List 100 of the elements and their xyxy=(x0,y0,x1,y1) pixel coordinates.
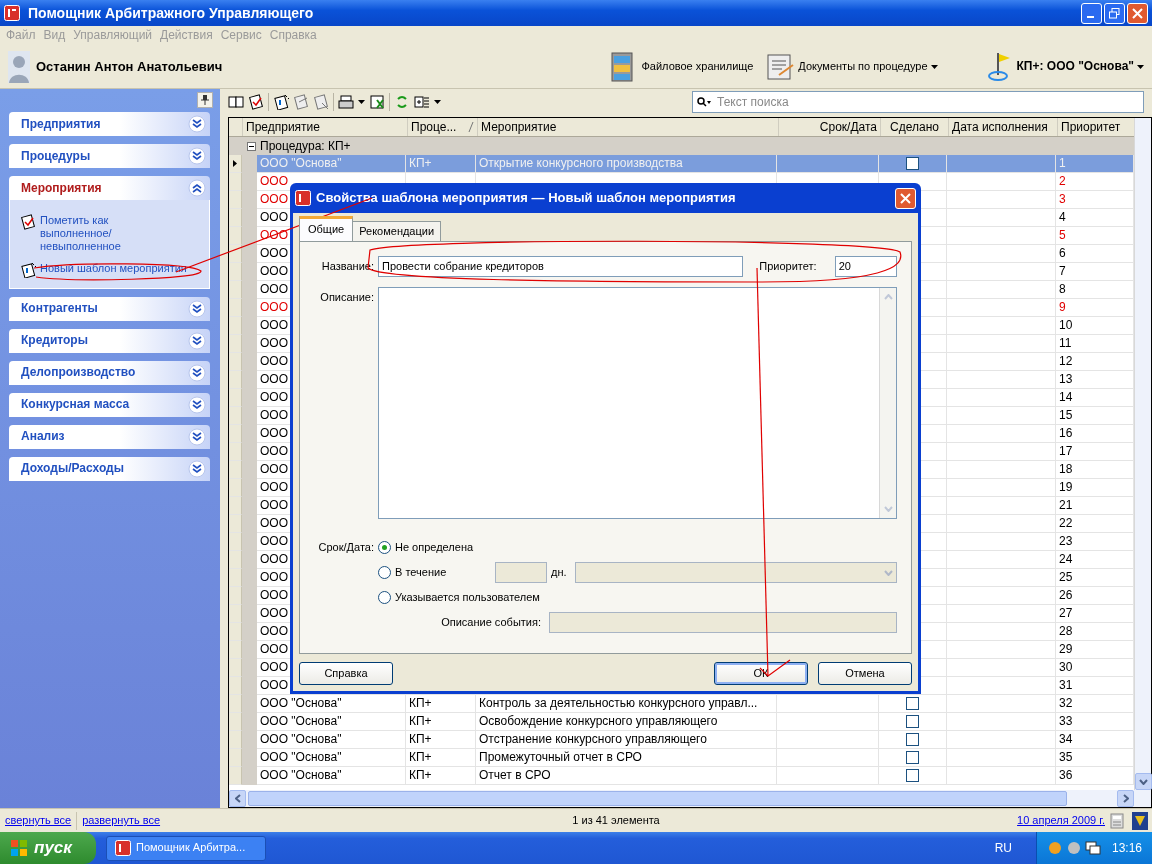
expand-icon xyxy=(188,115,206,133)
status-link[interactable]: свернуть все xyxy=(5,813,72,828)
name-field[interactable]: Провести собрание кредиторов xyxy=(378,256,744,277)
table-cell: ООО xyxy=(260,624,288,639)
column-header[interactable]: Предприятие xyxy=(243,118,408,136)
date-link[interactable]: 10 апреля 2009 г. xyxy=(1017,813,1105,828)
dialog-title: Свойства шаблона мероприятия — Новый шаблон мероприятия xyxy=(316,190,736,206)
table-row[interactable]: ООО "Основа" КП+ Контроль за деятельностью конкурсного управл... 32 xyxy=(229,695,1134,713)
table-cell: 31 xyxy=(1059,678,1073,693)
sidebar-section-header[interactable]: Мероприятия xyxy=(9,176,210,200)
sidebar-section-header[interactable]: Контрагенты xyxy=(9,296,210,321)
dialog-button[interactable]: Справка xyxy=(299,662,393,685)
printer-icon[interactable] xyxy=(338,94,354,110)
table-cell: 9 xyxy=(1059,300,1066,315)
vertical-scrollbar[interactable] xyxy=(1134,118,1151,790)
table-cell: 1 xyxy=(1059,156,1066,171)
table-cell: ООО xyxy=(260,210,288,225)
radio-button[interactable] xyxy=(378,541,391,555)
expand-icon xyxy=(188,363,206,382)
table-row[interactable]: ООО "Основа" КП+ Отчет в СРО 36 xyxy=(229,767,1134,785)
table-cell: ООО xyxy=(260,444,288,459)
caret-icon[interactable] xyxy=(358,100,365,104)
column-header[interactable]: Дата исполнения xyxy=(949,118,1058,136)
table-row[interactable]: ООО "Основа" КП+ Промежуточный отчет в СРО 35 xyxy=(229,749,1134,767)
table-cell: 28 xyxy=(1059,624,1073,639)
table-cell: 19 xyxy=(1059,480,1073,495)
table-cell: Контроль за деятельностью конкурсного управл... xyxy=(479,696,758,711)
table-cell: 6 xyxy=(1059,246,1066,261)
spreadsheet-icon[interactable] xyxy=(369,94,385,110)
close-button[interactable] xyxy=(1127,2,1148,24)
procedure-selector[interactable]: КП+: ООО "Основа" xyxy=(985,50,1144,83)
table-cell: ООО "Основа" xyxy=(260,768,342,783)
column-header[interactable]: Проце... xyxy=(408,118,478,136)
minimize-button[interactable] xyxy=(1081,2,1102,24)
toolbar-link[interactable]: Файловое хранилище xyxy=(608,50,754,83)
caret-icon[interactable] xyxy=(434,100,441,104)
table-cell: ООО xyxy=(260,336,288,351)
sidebar-section-header[interactable]: Анализ xyxy=(9,424,210,449)
column-header[interactable]: Мероприятие xyxy=(478,118,779,136)
sidebar-section-header[interactable]: Предприятия xyxy=(9,112,210,136)
dialog-button[interactable]: Отмена xyxy=(818,662,912,685)
horizontal-scrollbar[interactable] xyxy=(229,790,1151,807)
radio-button[interactable] xyxy=(378,591,391,605)
table-cell: 33 xyxy=(1059,714,1073,729)
document-icon[interactable] xyxy=(313,94,329,110)
sidebar-section-header[interactable]: Конкурсная масса xyxy=(9,392,210,417)
priority-field[interactable]: 20 xyxy=(834,256,897,277)
table-cell: ООО xyxy=(260,390,288,405)
collapse-icon xyxy=(247,141,256,151)
table-row[interactable]: ООО "Основа" КП+ Освобождение конкурсного управляющего 33 xyxy=(229,713,1134,731)
checkbox[interactable] xyxy=(906,697,919,710)
sidebar-section-header[interactable]: Доходы/Расходы xyxy=(9,456,210,481)
radio-button[interactable] xyxy=(378,566,391,580)
scroll-left-icon xyxy=(234,794,241,803)
restore-button[interactable] xyxy=(1104,2,1125,24)
checkbox[interactable] xyxy=(906,733,919,746)
sidebar-section-header[interactable]: Кредиторы xyxy=(9,328,210,353)
table-cell: 24 xyxy=(1059,552,1073,567)
sidebar-section-header[interactable]: Делопроизводство xyxy=(9,360,210,385)
start-button[interactable]: пуск xyxy=(0,832,96,864)
column-header[interactable]: Срок/Дата xyxy=(779,118,881,136)
table-cell: КП+ xyxy=(409,732,432,747)
sidebar-link[interactable]: Пометить как выполненное/невыполненное xyxy=(40,214,168,254)
table-cell: 30 xyxy=(1059,660,1073,675)
table-cell: 21 xyxy=(1059,498,1073,513)
book-icon[interactable] xyxy=(228,94,244,110)
radio-label[interactable]: В течение xyxy=(395,566,491,580)
table-cell: Освобождение конкурсного управляющего xyxy=(479,714,718,729)
tab[interactable]: Общие xyxy=(299,215,354,241)
document-icon[interactable] xyxy=(293,94,309,110)
close-button[interactable] xyxy=(895,187,916,209)
days-field[interactable] xyxy=(495,562,547,584)
collapse-icon xyxy=(188,179,206,197)
taskbar-button[interactable]: Помощник Арбитра... xyxy=(106,835,266,861)
table-cell: 32 xyxy=(1059,696,1073,711)
avatar-icon xyxy=(8,50,30,83)
status-link[interactable]: развернуть все xyxy=(82,813,161,828)
checkbox[interactable] xyxy=(906,769,919,782)
radio-label[interactable]: Указывается пользователем xyxy=(395,591,540,605)
column-header[interactable]: Сделано xyxy=(881,118,949,136)
monitor-icon[interactable] xyxy=(1084,840,1101,856)
table-cell: ООО xyxy=(260,588,288,603)
checkbox[interactable] xyxy=(906,751,919,764)
language-indicator[interactable]: RU xyxy=(994,840,1012,856)
toolbar-link[interactable]: Документы по процедуре xyxy=(765,50,938,83)
sidebar-section-header[interactable]: Процедуры xyxy=(9,144,210,168)
tab[interactable]: Рекомендации xyxy=(352,220,442,241)
table-cell: ООО xyxy=(260,426,288,441)
table-row[interactable]: ООО "Основа" КП+ Отстранение конкурсного управляющего 34 xyxy=(229,731,1134,749)
clipboard-icon[interactable] xyxy=(273,94,289,110)
pin-button[interactable] xyxy=(197,92,213,108)
emblem-icon[interactable] xyxy=(1132,811,1148,830)
checklist-icon[interactable] xyxy=(248,94,264,110)
checkbox[interactable] xyxy=(906,157,919,170)
checkbox[interactable] xyxy=(906,715,919,728)
table-cell: ООО xyxy=(260,264,288,279)
columns-icon[interactable] xyxy=(414,94,430,110)
search-box[interactable]: Текст поиска xyxy=(692,91,1144,113)
event-description-field[interactable] xyxy=(549,612,897,634)
description-field[interactable] xyxy=(378,287,897,519)
